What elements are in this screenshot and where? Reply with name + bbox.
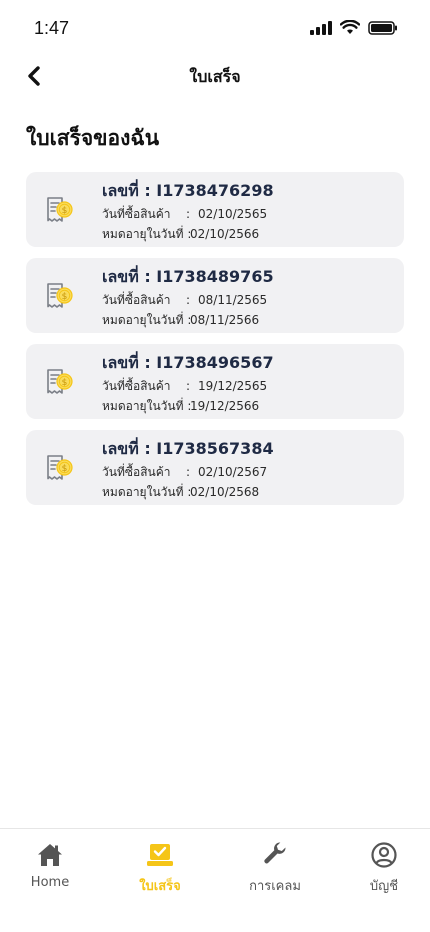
nav-header: ใบเสร็จ xyxy=(0,56,430,96)
expiry-date-label: หมดอายุในวันที่ : xyxy=(102,399,192,413)
wifi-icon xyxy=(340,20,360,34)
colon: : xyxy=(186,293,191,307)
receipt-coin-icon: $ xyxy=(47,197,73,222)
receipt-coin-icon: $ xyxy=(47,283,73,308)
status-time: 1:47 xyxy=(34,18,70,38)
battery-icon xyxy=(368,20,397,35)
expiry-date-value: 02/10/2568 xyxy=(190,485,260,499)
tab-account[interactable]: บัญชี xyxy=(339,841,429,896)
tab-claims-label: การเคลม xyxy=(249,879,301,894)
receipt-coin-icon: $ xyxy=(47,369,73,394)
expiry-date-label: หมดอายุในวันที่ : xyxy=(102,227,192,241)
home-icon xyxy=(38,844,62,866)
receipt-card[interactable]: $ เลขที่ : I1738496567 วันที่ซื้อสินค้า:… xyxy=(26,344,404,419)
purchase-date-value: 02/10/2565 xyxy=(198,207,268,221)
receipt-check-icon xyxy=(147,844,173,866)
expiry-date-row: หมดอายุในวันที่ :19/12/2566 xyxy=(102,397,259,416)
expiry-date-row: หมดอายุในวันที่ :08/11/2566 xyxy=(102,311,259,330)
expiry-date-value: 19/12/2566 xyxy=(190,399,260,413)
signal-icon xyxy=(310,20,332,35)
expiry-date-row: หมดอายุในวันที่ :02/10/2566 xyxy=(102,225,259,244)
purchase-date-label: วันที่ซื้อสินค้า xyxy=(102,379,171,393)
colon: : xyxy=(186,207,191,221)
user-circle-icon xyxy=(371,842,397,868)
svg-text:$: $ xyxy=(62,292,68,302)
receipt-number: เลขที่ : I1738476298 xyxy=(102,181,274,200)
tab-receipts[interactable]: ใบเสร็จ xyxy=(115,841,205,896)
purchase-date-label: วันที่ซื้อสินค้า xyxy=(102,207,171,221)
tab-home-label: Home xyxy=(30,875,70,890)
purchase-date-row: วันที่ซื้อสินค้า:02/10/2565 xyxy=(102,205,267,224)
expiry-date-value: 02/10/2566 xyxy=(190,227,260,241)
svg-text:$: $ xyxy=(62,378,68,388)
page-title: ใบเสร็จ xyxy=(189,67,241,86)
purchase-date-value: 19/12/2565 xyxy=(198,379,268,393)
colon: : xyxy=(186,465,191,479)
tab-claims[interactable]: การเคลม xyxy=(230,841,320,896)
svg-text:$: $ xyxy=(62,464,68,474)
receipt-list: $ เลขที่ : I1738476298 วันที่ซื้อสินค้า:… xyxy=(26,172,404,516)
expiry-date-label: หมดอายุในวันที่ : xyxy=(102,313,192,327)
purchase-date-label: วันที่ซื้อสินค้า xyxy=(102,293,171,307)
colon: : xyxy=(186,379,191,393)
receipt-card[interactable]: $ เลขที่ : I1738489765 วันที่ซื้อสินค้า:… xyxy=(26,258,404,333)
receipt-number: เลขที่ : I1738496567 xyxy=(102,353,274,372)
receipt-number: เลขที่ : I1738489765 xyxy=(102,267,274,286)
expiry-date-row: หมดอายุในวันที่ :02/10/2568 xyxy=(102,483,259,502)
tab-home[interactable]: Home xyxy=(5,841,95,890)
wrench-icon xyxy=(264,842,286,864)
expiry-date-label: หมดอายุในวันที่ : xyxy=(102,485,192,499)
purchase-date-row: วันที่ซื้อสินค้า:19/12/2565 xyxy=(102,377,267,396)
bottom-tab-bar: Home ใบเสร็จ การเคลม บัญชี xyxy=(0,828,430,932)
tab-account-label: บัญชี xyxy=(369,879,399,894)
receipt-coin-icon: $ xyxy=(47,455,73,480)
status-bar: 1:47 xyxy=(0,0,430,56)
receipt-card[interactable]: $ เลขที่ : I1738567384 วันที่ซื้อสินค้า:… xyxy=(26,430,404,505)
purchase-date-row: วันที่ซื้อสินค้า:02/10/2567 xyxy=(102,463,267,482)
purchase-date-row: วันที่ซื้อสินค้า:08/11/2565 xyxy=(102,291,267,310)
purchase-date-value: 08/11/2565 xyxy=(198,293,268,307)
purchase-date-label: วันที่ซื้อสินค้า xyxy=(102,465,171,479)
receipt-number: เลขที่ : I1738567384 xyxy=(102,439,274,458)
svg-text:$: $ xyxy=(62,206,68,216)
receipt-card[interactable]: $ เลขที่ : I1738476298 วันที่ซื้อสินค้า:… xyxy=(26,172,404,247)
expiry-date-value: 08/11/2566 xyxy=(190,313,260,327)
status-icons xyxy=(310,20,398,35)
tab-receipts-label: ใบเสร็จ xyxy=(139,879,181,894)
purchase-date-value: 02/10/2567 xyxy=(198,465,268,479)
section-title: ใบเสร็จของฉัน xyxy=(26,126,160,150)
